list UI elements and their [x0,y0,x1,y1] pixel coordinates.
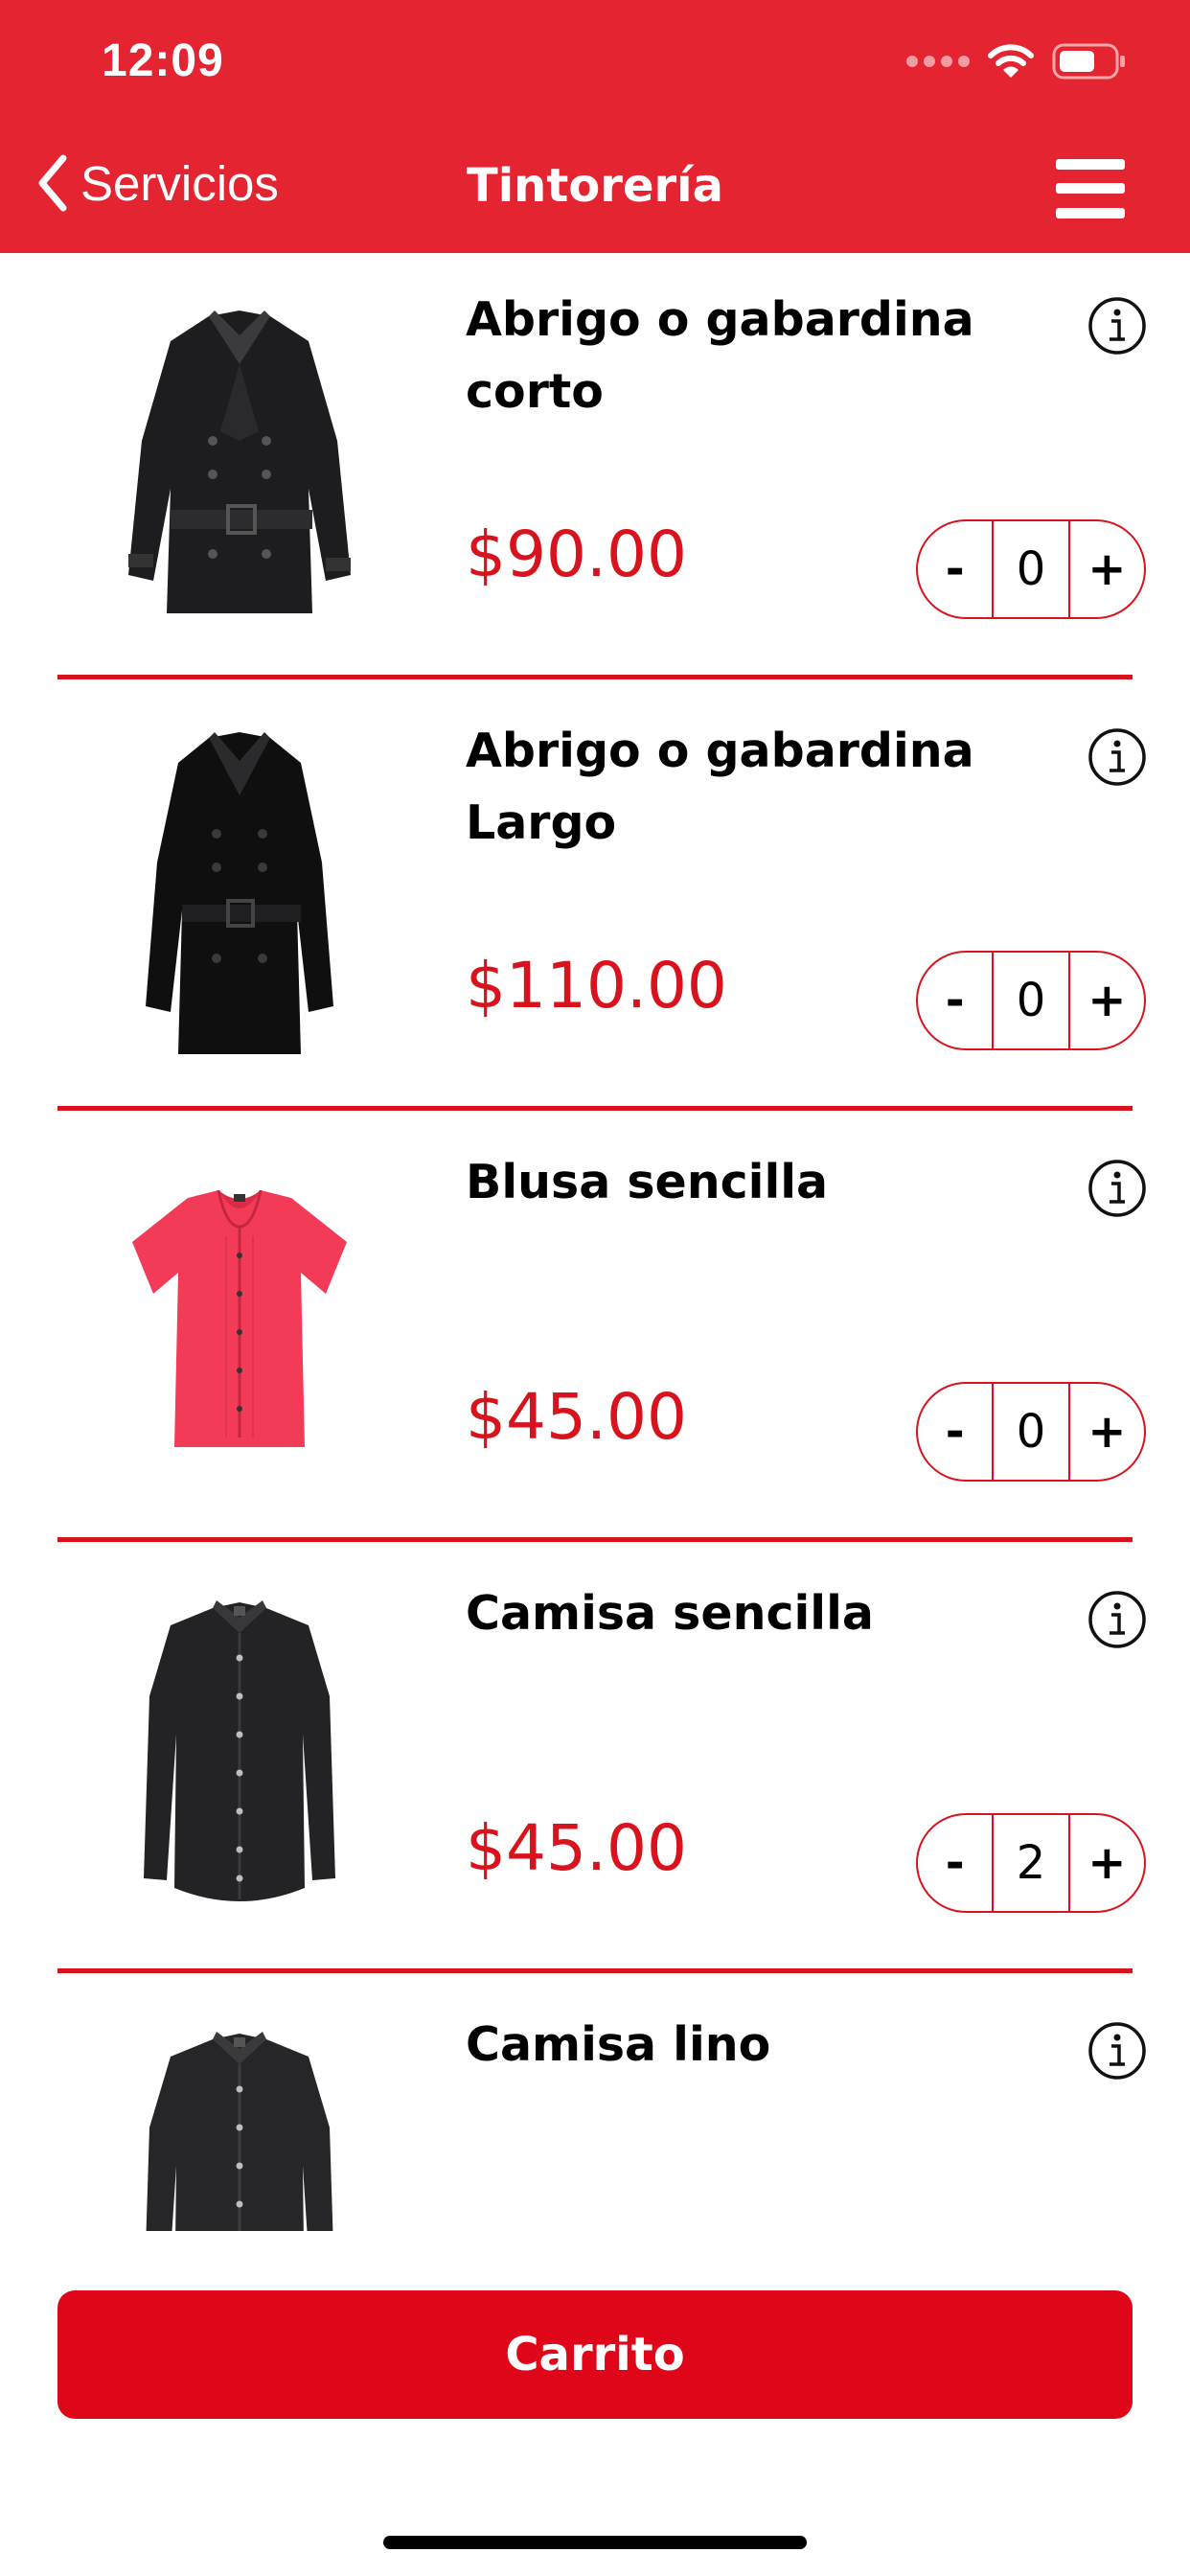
blouse-image [132,1189,347,1447]
item-price: $110.00 [466,949,727,1023]
battery-icon [1052,43,1125,80]
quantity-stepper: - 0 + [916,951,1146,1050]
increment-button[interactable]: + [1070,521,1144,617]
shirt-image [144,1600,335,1901]
info-icon[interactable] [1087,1589,1148,1650]
page-title: Tintorería [466,159,724,213]
wifi-icon [988,44,1034,78]
decrement-button[interactable]: - [918,1815,992,1911]
item-title: Camisa lino [466,2017,771,2072]
signal-icon [906,56,970,67]
list-item: Camisa lino [0,1978,1190,2231]
item-price: $90.00 [466,518,687,591]
quantity-value: 0 [992,953,1070,1048]
info-icon[interactable] [1087,295,1148,356]
quantity-value: 0 [992,1384,1070,1480]
decrement-button[interactable]: - [918,953,992,1048]
divider [57,1968,1133,1973]
cart-button-label: Carrito [505,2328,685,2381]
decrement-button[interactable]: - [918,1384,992,1480]
hamburger-menu-icon[interactable] [1056,159,1125,218]
divider [57,1106,1133,1111]
status-time: 12:09 [102,35,224,86]
item-title: Blusa sencilla [466,1155,829,1209]
info-icon[interactable] [1087,2020,1148,2082]
header: 12:09 Servicios Tintorería [0,0,1190,253]
quantity-stepper: - 0 + [916,519,1146,619]
info-icon[interactable] [1087,726,1148,788]
info-icon[interactable] [1087,1158,1148,1219]
quantity-value: 0 [992,521,1070,617]
quantity-stepper: - 0 + [916,1382,1146,1482]
home-indicator[interactable] [383,2536,807,2549]
cart-button[interactable]: Carrito [57,2290,1133,2419]
item-title: Abrigo o gabardina Largo [466,724,974,850]
quantity-stepper: - 2 + [916,1813,1146,1913]
increment-button[interactable]: + [1070,953,1144,1048]
linen-shirt-image [146,2032,333,2231]
long-coat-image [146,732,333,1054]
list-item: Abrigo o gabardina corto $90.00 - 0 + [0,253,1190,684]
list-item: Camisa sencilla $45.00 - 2 + [0,1547,1190,1978]
increment-button[interactable]: + [1070,1384,1144,1480]
decrement-button[interactable]: - [918,521,992,617]
list-item: Blusa sencilla $45.00 - 0 + [0,1116,1190,1547]
service-list[interactable]: Abrigo o gabardina corto $90.00 - 0 + Ab… [0,253,1190,2231]
item-price: $45.00 [466,1811,687,1885]
item-title: Camisa sencilla [466,1586,874,1641]
divider [57,675,1133,679]
item-title: Abrigo o gabardina corto [466,292,974,419]
item-price: $45.00 [466,1380,687,1454]
divider [57,1537,1133,1542]
increment-button[interactable]: + [1070,1815,1144,1911]
list-item: Abrigo o gabardina Largo $110.00 - 0 + [0,684,1190,1116]
quantity-value: 2 [992,1815,1070,1911]
status-icons [906,42,1127,80]
short-coat-image [128,310,351,613]
